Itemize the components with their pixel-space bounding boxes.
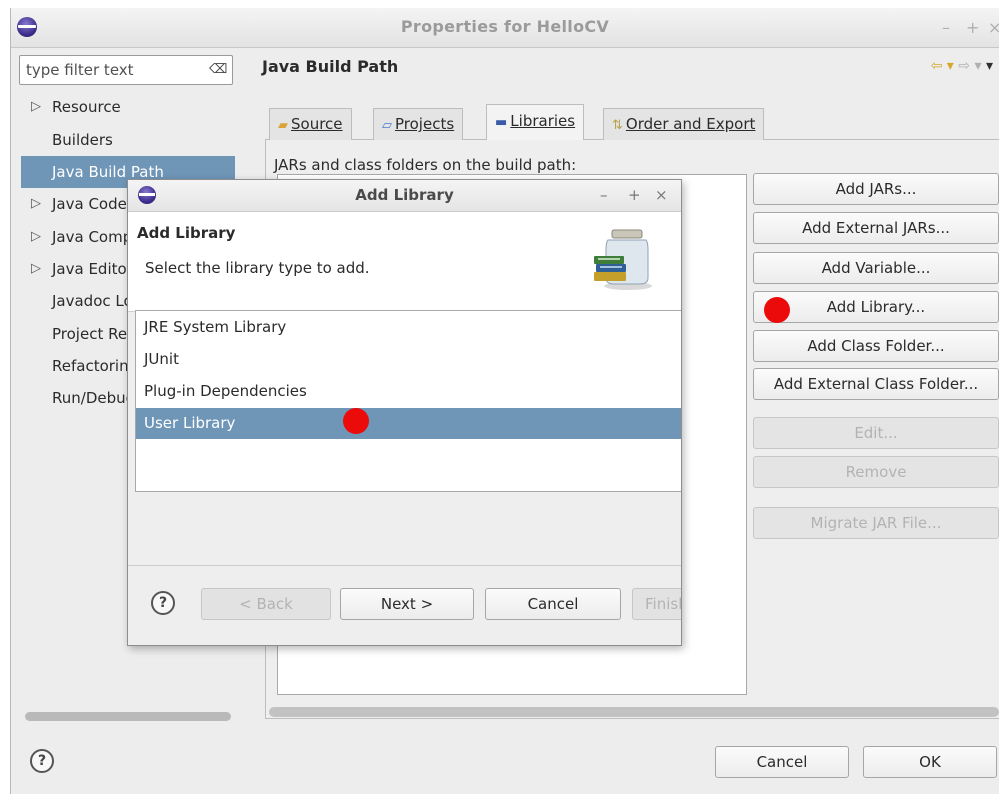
expand-triangle-icon[interactable]: ▷: [31, 91, 41, 123]
libraries-icon: ▬: [495, 115, 508, 130]
cancel-button[interactable]: Cancel: [715, 746, 849, 778]
dialog-title: Add Library: [355, 186, 454, 204]
nav-item-label: Builders: [52, 131, 113, 149]
maximize-icon[interactable]: +: [628, 186, 641, 204]
window-titlebar[interactable]: Properties for HelloCV – + ×: [11, 8, 999, 48]
dialog-titlebar[interactable]: Add Library – + ×: [128, 180, 681, 212]
next-button[interactable]: Next >: [340, 588, 474, 620]
expand-triangle-icon[interactable]: ▷: [31, 188, 41, 220]
tab-label-order-export: Order and Export: [625, 115, 756, 133]
ok-button[interactable]: OK: [863, 746, 997, 778]
dialog-help-button[interactable]: ?: [151, 591, 175, 615]
tab-order-export[interactable]: ⇅ Order and Export: [603, 108, 765, 140]
list-item-jre-system-library[interactable]: JRE System Library: [136, 312, 681, 343]
minimize-icon[interactable]: –: [600, 186, 608, 204]
nav-item-resource[interactable]: ▷ Resource: [21, 91, 235, 123]
remove-button[interactable]: Remove: [753, 456, 999, 488]
dialog-cancel-button[interactable]: Cancel: [485, 588, 621, 620]
dialog-header: Add Library Select the library type to a…: [128, 212, 681, 312]
filter-input[interactable]: [24, 59, 204, 81]
build-path-list-label: JARs and class folders on the build path…: [274, 156, 577, 174]
tab-source[interactable]: ▰ Source: [269, 108, 352, 140]
add-library-button[interactable]: Add Library...: [753, 291, 999, 323]
view-menu-icon[interactable]: ▾: [986, 58, 993, 74]
panel-scrollbar[interactable]: [269, 707, 999, 717]
add-external-jars-button[interactable]: Add External JARs...: [753, 212, 999, 244]
minimize-icon[interactable]: –: [942, 18, 950, 37]
nav-item-label: Java Editor: [52, 260, 133, 278]
order-export-icon: ⇅: [612, 118, 623, 133]
project-icon: ▱: [382, 118, 392, 133]
dialog-header-title: Add Library: [137, 224, 236, 242]
dialog-separator: [128, 565, 681, 566]
list-item-user-library[interactable]: User Library: [136, 408, 681, 439]
finish-button[interactable]: Finish: [632, 588, 681, 620]
nav-item-builders[interactable]: Builders: [21, 124, 235, 156]
tab-label-source: Source: [291, 115, 343, 133]
annotation-dot: [343, 408, 369, 434]
library-jar-icon: [594, 229, 652, 290]
add-class-folder-button[interactable]: Add Class Folder...: [753, 330, 999, 362]
add-jars-button[interactable]: Add JARs...: [753, 173, 999, 205]
page-title: Java Build Path: [262, 57, 399, 76]
list-item-junit[interactable]: JUnit: [136, 344, 681, 375]
annotation-dot: [764, 297, 790, 323]
expand-triangle-icon[interactable]: ▷: [31, 253, 41, 285]
window-title: Properties for HelloCV: [400, 17, 610, 36]
back-arrow-icon[interactable]: ⇦ ▾: [931, 58, 954, 74]
dialog-header-description: Select the library type to add.: [145, 259, 370, 277]
tab-label-libraries: Libraries: [510, 112, 576, 130]
expand-triangle-icon[interactable]: ▷: [31, 221, 41, 253]
close-icon[interactable]: ×: [655, 186, 668, 204]
add-library-dialog: Add Library – + × Add Library Select the…: [127, 179, 682, 646]
tab-libraries[interactable]: ▬ Libraries: [486, 104, 585, 140]
source-folder-icon: ▰: [278, 118, 288, 133]
maximize-icon[interactable]: +: [966, 18, 979, 37]
close-icon[interactable]: ×: [988, 18, 999, 37]
list-item-plugin-dependencies[interactable]: Plug-in Dependencies: [136, 376, 681, 407]
edit-button[interactable]: Edit...: [753, 417, 999, 449]
add-variable-button[interactable]: Add Variable...: [753, 252, 999, 284]
forward-arrow-icon[interactable]: ⇨ ▾: [958, 58, 981, 74]
tree-scrollbar[interactable]: [25, 712, 231, 721]
add-external-class-folder-button[interactable]: Add External Class Folder...: [753, 368, 999, 400]
tab-label-projects: Projects: [395, 115, 455, 133]
filter-field: ⌫: [19, 55, 233, 85]
tab-projects[interactable]: ▱ Projects: [373, 108, 464, 140]
help-button[interactable]: ?: [30, 749, 54, 773]
nav-item-label: Resource: [52, 98, 121, 116]
clear-filter-icon[interactable]: ⌫: [209, 62, 227, 78]
history-controls: ⇦ ▾ ⇨ ▾ ▾: [931, 58, 993, 74]
back-button[interactable]: < Back: [201, 588, 331, 620]
migrate-jar-button[interactable]: Migrate JAR File...: [753, 507, 999, 539]
library-type-list: JRE System Library JUnit Plug-in Depende…: [135, 310, 681, 492]
finish-label: Finish: [645, 595, 681, 613]
